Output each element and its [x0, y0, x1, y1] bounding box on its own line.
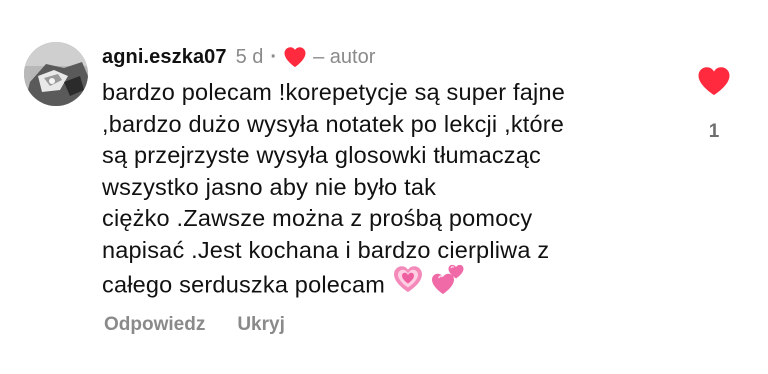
- reply-button[interactable]: Odpowiedz: [104, 314, 205, 336]
- comment-header: agni.eszka07 5 d · – autor: [102, 43, 375, 71]
- comment-text: bardzo polecam !korepetycje są super faj…: [102, 77, 682, 298]
- like-count[interactable]: 1: [709, 121, 720, 143]
- hide-button[interactable]: Ukryj: [237, 314, 285, 336]
- comment-text-line: napisać .Jest kochana i bardzo cierpliwa…: [102, 236, 550, 263]
- growing-heart-emoji-icon: [393, 265, 423, 302]
- username[interactable]: agni.eszka07: [102, 46, 227, 69]
- comment-actions: Odpowiedz Ukryj: [104, 314, 285, 336]
- comment-text-line: całego serduszka polecam: [102, 271, 386, 298]
- two-hearts-emoji-icon: [431, 263, 465, 304]
- comment-text-line: ,bardzo dużo wysyła notatek po lekcji ,k…: [102, 110, 565, 137]
- heart-filled-icon: [697, 67, 731, 100]
- avatar-photo: [24, 42, 88, 106]
- author-label: – autor: [313, 45, 376, 68]
- comment-text-line: ciężko .Zawsze można z prośbą pomocy: [102, 205, 533, 231]
- timestamp: 5 d: [235, 45, 264, 68]
- comment-text-line: są przejrzyste wysyła glosowki tłumacząc: [102, 142, 541, 168]
- like-column: 1: [694, 66, 734, 143]
- comment-text-line: bardzo polecam !korepetycje są super faj…: [102, 79, 565, 105]
- separator-dot: ·: [270, 45, 278, 68]
- avatar[interactable]: [24, 42, 88, 106]
- comment-item: agni.eszka07 5 d · – autor bardzo poleca…: [0, 0, 768, 374]
- author-liked-heart-icon: [283, 46, 307, 68]
- comment-text-last-line: całego serduszka polecam: [102, 264, 682, 298]
- like-button[interactable]: [697, 66, 731, 101]
- comment-text-line: wszystko jasno aby nie było tak: [102, 173, 437, 200]
